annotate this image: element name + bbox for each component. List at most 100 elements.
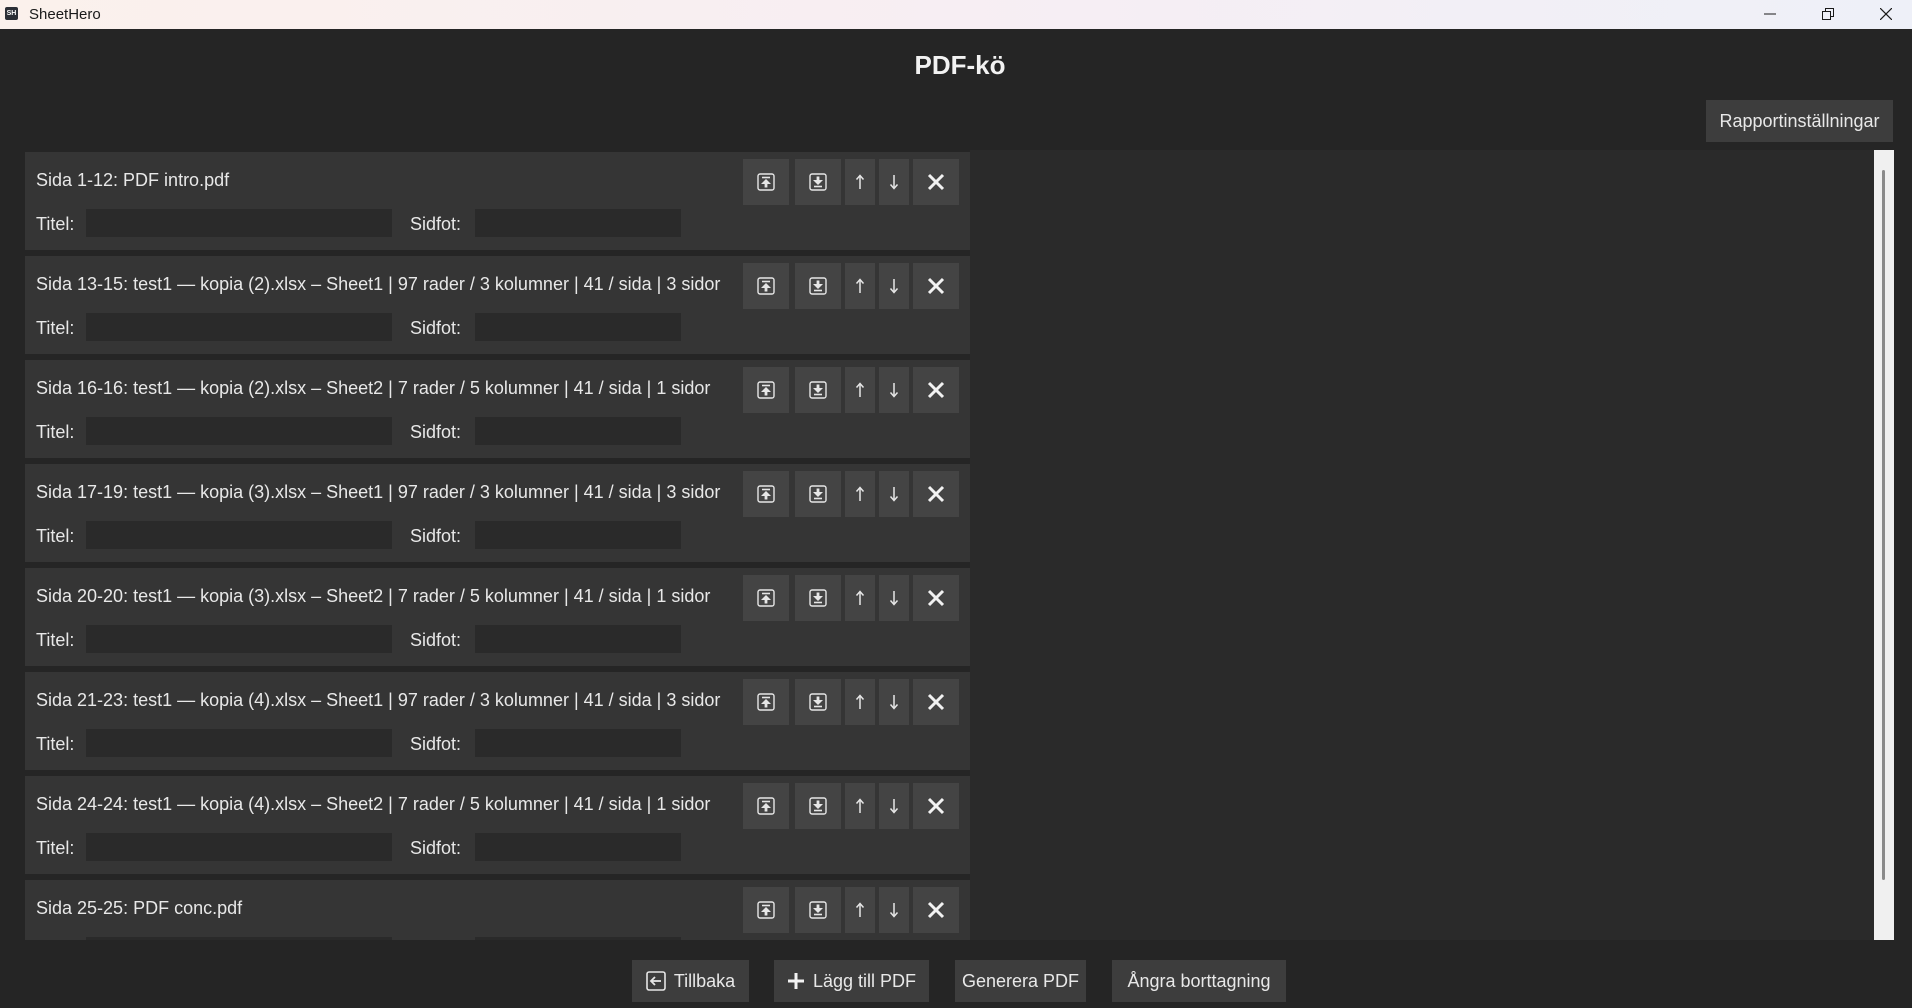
arrow-down-icon xyxy=(889,695,899,710)
back-button[interactable]: Tillbaka xyxy=(632,960,749,1002)
queue-scrollbar[interactable] xyxy=(1874,150,1894,940)
move-down-button[interactable] xyxy=(879,887,909,933)
report-settings-button[interactable]: Rapportinställningar xyxy=(1706,100,1893,142)
move-up-button[interactable] xyxy=(845,471,875,517)
move-to-bottom-button[interactable] xyxy=(795,783,841,829)
arrow-up-icon xyxy=(855,174,865,189)
title-input[interactable] xyxy=(86,729,392,757)
move-to-top-button[interactable] xyxy=(743,783,789,829)
remove-item-button[interactable] xyxy=(913,263,959,309)
arrow-down-icon xyxy=(889,279,899,294)
footer-input[interactable] xyxy=(475,833,681,861)
title-input[interactable] xyxy=(86,417,392,445)
remove-item-button[interactable] xyxy=(913,471,959,517)
move-to-top-button[interactable] xyxy=(743,367,789,413)
remove-item-button[interactable] xyxy=(913,887,959,933)
move-down-button[interactable] xyxy=(879,263,909,309)
footer-field-label: Sidfot: xyxy=(410,630,462,650)
title-input[interactable] xyxy=(86,937,392,940)
close-icon xyxy=(927,173,945,191)
footer-field-label: Sidfot: xyxy=(410,526,462,546)
move-down-button[interactable] xyxy=(879,367,909,413)
close-window-icon xyxy=(1880,8,1892,20)
pdf-queue-list: Sida 1-12: PDF intro.pdf Titel: Sidfot: … xyxy=(25,152,970,940)
move-to-bottom-button[interactable] xyxy=(795,367,841,413)
title-input[interactable] xyxy=(86,625,392,653)
close-icon xyxy=(927,901,945,919)
footer-input[interactable] xyxy=(475,209,681,237)
move-to-bottom-button[interactable] xyxy=(795,575,841,621)
move-up-button[interactable] xyxy=(845,263,875,309)
add-pdf-button[interactable]: Lägg till PDF xyxy=(774,960,929,1002)
minimize-button[interactable] xyxy=(1741,0,1799,29)
queue-item-label: Sida 1-12: PDF intro.pdf xyxy=(36,170,230,190)
arrow-down-icon xyxy=(889,799,899,814)
move-to-bottom-button[interactable] xyxy=(795,679,841,725)
title-field-label: Titel: xyxy=(36,318,75,338)
title-input[interactable] xyxy=(86,209,392,237)
move-down-button[interactable] xyxy=(879,471,909,517)
footer-input[interactable] xyxy=(475,625,681,653)
queue-item-label: Sida 21-23: test1 — kopia (4).xlsx – She… xyxy=(36,690,721,710)
remove-item-button[interactable] xyxy=(913,159,959,205)
footer-input[interactable] xyxy=(475,313,681,341)
move-down-button[interactable] xyxy=(879,575,909,621)
arrow-up-icon xyxy=(855,590,865,605)
remove-item-button[interactable] xyxy=(913,367,959,413)
move-to-bottom-button[interactable] xyxy=(795,471,841,517)
restore-button[interactable] xyxy=(1799,0,1857,29)
move-to-bottom-icon xyxy=(809,901,827,919)
move-to-top-button[interactable] xyxy=(743,471,789,517)
close-icon xyxy=(927,797,945,815)
minimize-icon xyxy=(1764,13,1776,15)
close-icon xyxy=(927,589,945,607)
close-window-button[interactable] xyxy=(1857,0,1912,29)
move-to-top-button[interactable] xyxy=(743,679,789,725)
move-to-bottom-icon xyxy=(809,173,827,191)
move-up-button[interactable] xyxy=(845,159,875,205)
queue-item-label: Sida 17-19: test1 — kopia (3).xlsx – She… xyxy=(36,482,721,502)
move-to-top-icon xyxy=(757,277,775,295)
queue-item: Sida 13-15: test1 — kopia (2).xlsx – She… xyxy=(25,256,970,354)
move-down-button[interactable] xyxy=(879,783,909,829)
undo-delete-button[interactable]: Ångra borttagning xyxy=(1112,960,1286,1002)
remove-item-button[interactable] xyxy=(913,679,959,725)
move-to-top-button[interactable] xyxy=(743,575,789,621)
footer-input[interactable] xyxy=(475,729,681,757)
scrollbar-thumb[interactable] xyxy=(1882,170,1885,880)
title-input[interactable] xyxy=(86,833,392,861)
move-to-top-icon xyxy=(757,901,775,919)
footer-input[interactable] xyxy=(475,937,681,940)
move-up-button[interactable] xyxy=(845,575,875,621)
arrow-down-icon xyxy=(889,175,899,190)
move-to-top-icon xyxy=(757,485,775,503)
arrow-up-icon xyxy=(855,382,865,397)
generate-pdf-button[interactable]: Generera PDF xyxy=(955,960,1086,1002)
move-to-bottom-button[interactable] xyxy=(795,263,841,309)
move-up-button[interactable] xyxy=(845,783,875,829)
move-to-bottom-button[interactable] xyxy=(795,159,841,205)
move-up-button[interactable] xyxy=(845,367,875,413)
move-to-top-button[interactable] xyxy=(743,887,789,933)
queue-item: Sida 1-12: PDF intro.pdf Titel: Sidfot: xyxy=(25,152,970,250)
move-up-button[interactable] xyxy=(845,679,875,725)
title-field-label: Titel: xyxy=(36,214,75,234)
title-input[interactable] xyxy=(86,521,392,549)
remove-item-button[interactable] xyxy=(913,783,959,829)
footer-input[interactable] xyxy=(475,521,681,549)
move-up-button[interactable] xyxy=(845,887,875,933)
move-to-bottom-icon xyxy=(809,381,827,399)
footer-field-label: Sidfot: xyxy=(410,734,462,754)
footer-input[interactable] xyxy=(475,417,681,445)
move-to-top-button[interactable] xyxy=(743,263,789,309)
move-down-button[interactable] xyxy=(879,679,909,725)
move-down-button[interactable] xyxy=(879,159,909,205)
back-icon xyxy=(646,971,666,991)
move-to-bottom-button[interactable] xyxy=(795,887,841,933)
queue-background xyxy=(970,150,1874,940)
title-input[interactable] xyxy=(86,313,392,341)
move-to-top-button[interactable] xyxy=(743,159,789,205)
move-to-top-icon xyxy=(757,381,775,399)
footer-field-label: Sidfot: xyxy=(410,422,462,442)
remove-item-button[interactable] xyxy=(913,575,959,621)
